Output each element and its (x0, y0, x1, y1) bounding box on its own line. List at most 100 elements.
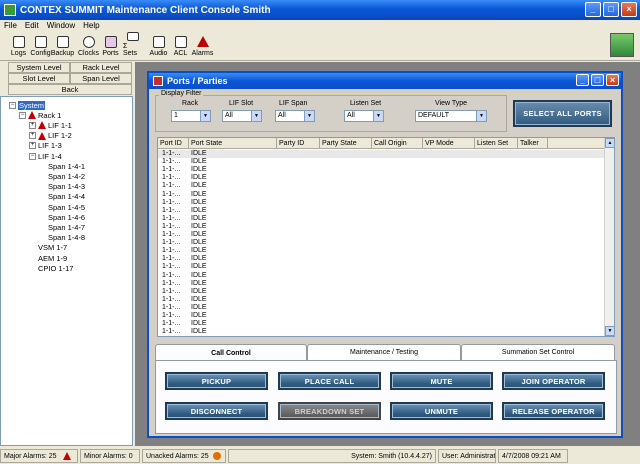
tree-node[interactable]: VSM 1-7 (29, 243, 67, 253)
minimize-button[interactable]: _ (585, 2, 601, 17)
table-row[interactable]: 1-1-... IDLE (158, 272, 605, 280)
toolbar-backup-button[interactable]: Backup (51, 31, 74, 59)
system-level-button[interactable]: System Level (8, 62, 70, 73)
mute-button[interactable]: MUTE (390, 372, 493, 390)
col-party-state[interactable]: Party State (320, 138, 372, 149)
table-row[interactable]: 1-1-... IDLE (158, 215, 605, 223)
expand-icon[interactable]: + (29, 132, 36, 140)
tree-node[interactable]: − System (9, 100, 46, 110)
col-party-id[interactable]: Party ID (277, 138, 320, 149)
lif-slot-dropdown[interactable]: All ▼ (222, 110, 262, 122)
back-button[interactable]: Back (8, 84, 132, 95)
tree-node[interactable]: Span 1-4-2 (39, 171, 85, 181)
table-row[interactable]: 1-1-... IDLE (158, 247, 605, 255)
table-row[interactable]: 1-1-... IDLE (158, 150, 605, 158)
menu-window[interactable]: Window (47, 21, 75, 30)
col-talker[interactable]: Talker (518, 138, 548, 149)
tree-node[interactable]: AEM 1-9 (29, 253, 67, 263)
toolbar-acl-button[interactable]: ACL (170, 31, 191, 59)
toolbar-clocks-button[interactable]: Clocks (78, 31, 99, 59)
table-row[interactable]: 1-1-... IDLE (158, 312, 605, 320)
maximize-button[interactable]: □ (603, 2, 619, 17)
toolbar-logs-button[interactable]: Logs (8, 31, 29, 59)
tree-node[interactable]: Span 1-4-5 (39, 202, 85, 212)
col-call-origin[interactable]: Call Origin (372, 138, 423, 149)
tree-node[interactable]: Span 1-4-1 (39, 161, 85, 171)
table-row[interactable]: 1-1-... IDLE (158, 223, 605, 231)
rack-level-button[interactable]: Rack Level (70, 62, 132, 73)
table-row[interactable]: 1-1-... IDLE (158, 239, 605, 247)
tree-node[interactable]: Span 1-4-7 (39, 222, 85, 232)
table-row[interactable]: 1-1-... IDLE (158, 199, 605, 207)
disconnect-button[interactable]: DISCONNECT (165, 402, 268, 420)
table-row[interactable]: 1-1-... IDLE (158, 174, 605, 182)
menu-edit[interactable]: Edit (25, 21, 39, 30)
listen-set-dropdown[interactable]: All ▼ (344, 110, 384, 122)
menu-help[interactable]: Help (83, 21, 99, 30)
table-row[interactable]: 1-1-... IDLE (158, 166, 605, 174)
table-row[interactable]: 1-1-... IDLE (158, 263, 605, 271)
select-all-ports-button[interactable]: SELECT ALL PORTS (513, 100, 612, 127)
table-row[interactable]: 1-1-... IDLE (158, 182, 605, 190)
ports-close-button[interactable]: × (606, 74, 619, 86)
expand-icon[interactable]: + (29, 121, 36, 129)
tab-maintenance-testing[interactable]: Maintenance / Testing (307, 344, 461, 360)
join-operator-button[interactable]: JOIN OPERATOR (502, 372, 605, 390)
table-row[interactable]: 1-1-... IDLE (158, 207, 605, 215)
collapse-icon[interactable]: − (19, 111, 26, 119)
table-row[interactable]: 1-1-... IDLE (158, 320, 605, 328)
major-alarms-panel[interactable]: Major Alarms: 25 (0, 449, 78, 463)
unacked-alarms-panel[interactable]: Unacked Alarms: 25 (142, 449, 226, 463)
tree-node[interactable]: + LIF 1-2 (29, 131, 72, 141)
tree-node[interactable]: + LIF 1-1 (29, 120, 72, 130)
col-port-id[interactable]: Port ID (158, 138, 189, 149)
toolbar-alarms-button[interactable]: Alarms (192, 31, 213, 59)
tree-node[interactable]: Span 1-4-3 (39, 182, 85, 192)
scroll-up-icon[interactable]: ▲ (605, 138, 614, 148)
place-call-button[interactable]: PLACE CALL (278, 372, 381, 390)
tree-node[interactable]: Span 1-4-8 (39, 233, 85, 243)
table-row[interactable]: 1-1-... IDLE (158, 288, 605, 296)
tree-node[interactable]: CPIO 1-17 (29, 263, 73, 273)
ports-icon (104, 36, 117, 48)
ports-maximize-button[interactable]: □ (591, 74, 604, 86)
table-row[interactable]: 1-1-... IDLE (158, 280, 605, 288)
table-row[interactable]: 1-1-... IDLE (158, 304, 605, 312)
table-scrollbar[interactable]: ▲ ▼ (604, 138, 614, 336)
menu-file[interactable]: File (4, 21, 17, 30)
tree-node[interactable]: Span 1-4-6 (39, 212, 85, 222)
toolbar-audio-button[interactable]: Audio (148, 31, 169, 59)
close-button[interactable]: × (621, 2, 637, 17)
collapse-icon[interactable]: − (9, 101, 16, 109)
table-row[interactable]: 1-1-... IDLE (158, 296, 605, 304)
table-row[interactable]: 1-1-... IDLE (158, 231, 605, 239)
toolbar-ports-button[interactable]: Ports (100, 31, 121, 59)
rack-dropdown[interactable]: 1 ▼ (171, 110, 211, 122)
table-row[interactable]: 1-1-... IDLE (158, 328, 605, 336)
view-type-dropdown[interactable]: DEFAULT ▼ (415, 110, 487, 122)
tree-node[interactable]: − LIF 1-4 (29, 151, 62, 161)
table-row[interactable]: 1-1-... IDLE (158, 191, 605, 199)
unmute-button[interactable]: UNMUTE (390, 402, 493, 420)
collapse-icon[interactable]: − (29, 152, 36, 160)
table-row[interactable]: 1-1-... IDLE (158, 158, 605, 166)
tab-summation-set-control[interactable]: Summation Set Control (461, 344, 615, 360)
release-operator-button[interactable]: RELEASE OPERATOR (502, 402, 605, 420)
lif-span-dropdown[interactable]: All ▼ (275, 110, 315, 122)
span-level-button[interactable]: Span Level (70, 73, 132, 84)
pickup-button[interactable]: PICKUP (165, 372, 268, 390)
tree-node[interactable]: Span 1-4-4 (39, 192, 85, 202)
slot-level-button[interactable]: Slot Level (8, 73, 70, 84)
ports-minimize-button[interactable]: _ (576, 74, 589, 86)
tree-node[interactable]: + LIF 1-3 (29, 141, 62, 151)
col-vp-mode[interactable]: VP Mode (423, 138, 475, 149)
scroll-down-icon[interactable]: ▼ (605, 326, 614, 336)
table-row[interactable]: 1-1-... IDLE (158, 255, 605, 263)
toolbar-sum-sets-button[interactable]: Σ Sets (122, 31, 143, 59)
expand-icon[interactable]: + (29, 142, 36, 150)
tab-call-control[interactable]: Call Control (155, 344, 307, 361)
col-port-state[interactable]: Port State (189, 138, 277, 149)
tree-node[interactable]: − Rack 1 (19, 110, 61, 120)
col-listen-set[interactable]: Listen Set (475, 138, 518, 149)
toolbar-config-button[interactable]: Config (30, 31, 51, 59)
